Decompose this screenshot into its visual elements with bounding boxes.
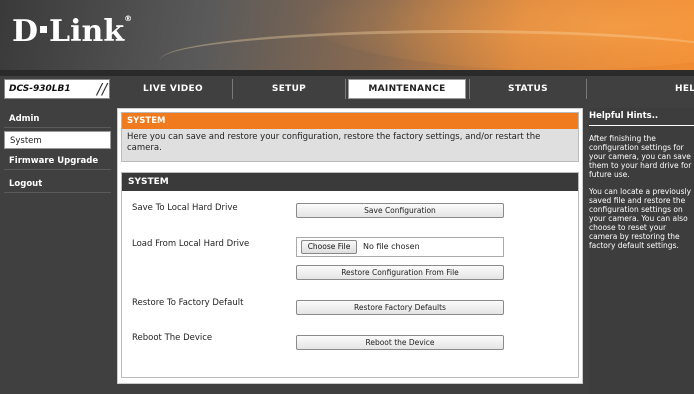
tab-live-video[interactable]: LIVE VIDEO <box>114 79 232 99</box>
helpful-hints: Helpful Hints.. After finishing the conf… <box>583 102 694 394</box>
sidebar-item-system[interactable]: System <box>4 131 111 149</box>
hint-paragraph-1: After finishing the configuration settin… <box>589 134 694 179</box>
model-name: DCS-930LB1 <box>9 84 71 94</box>
hints-title: Helpful Hints.. <box>589 108 694 126</box>
file-status: No file chosen <box>363 242 420 251</box>
sidebar: Admin System Firmware Upgrade Logout <box>0 102 113 394</box>
tab-divider <box>345 79 346 99</box>
save-label: Save To Local Hard Drive <box>132 203 238 213</box>
intro-box: SYSTEM Here you can save and restore you… <box>121 112 579 162</box>
tab-maintenance[interactable]: MAINTENANCE <box>348 79 466 99</box>
sidebar-item-firmware-upgrade[interactable]: Firmware Upgrade <box>4 152 111 170</box>
hint-line: configuration settings on <box>589 205 683 214</box>
hint-line: configuration settings for <box>589 143 684 152</box>
model-slashes-icon: // <box>96 80 107 98</box>
logo-registered: ® <box>124 14 133 23</box>
hint-paragraph-2: You can locate a previously saved file a… <box>589 187 694 250</box>
tab-setup[interactable]: SETUP <box>233 79 345 99</box>
hint-line: factory default settings. <box>589 241 679 250</box>
logo-dot <box>40 25 48 33</box>
hint-line: camera by restoring the <box>589 232 680 241</box>
hint-line: saved file and restore the <box>589 196 686 205</box>
header-swoosh-line <box>160 30 694 70</box>
tab-help[interactable]: HELP <box>587 79 694 99</box>
choose-file-button[interactable]: Choose File <box>301 240 357 254</box>
main-content: SYSTEM Here you can save and restore you… <box>113 102 583 394</box>
intro-text: Here you can save and restore your confi… <box>127 132 541 153</box>
hint-line: You can locate a previously <box>589 187 692 196</box>
system-panel: SYSTEM Save To Local Hard Drive Save Con… <box>121 172 579 378</box>
intro-title: SYSTEM <box>122 113 578 129</box>
hint-line: future use. <box>589 170 630 179</box>
reboot-device-button[interactable]: Reboot the Device <box>296 335 504 350</box>
logo-left: D <box>12 14 39 49</box>
system-panel-title: SYSTEM <box>122 173 578 191</box>
reboot-label: Reboot The Device <box>132 333 213 343</box>
hint-line: your camera, you can save <box>589 152 691 161</box>
sidebar-item-logout[interactable]: Logout <box>4 175 111 193</box>
hint-line: After finishing the <box>589 134 656 143</box>
restore-from-file-button[interactable]: Restore Configuration From File <box>296 265 504 280</box>
model-badge: DCS-930LB1 // <box>4 79 110 99</box>
load-label: Load From Local Hard Drive <box>132 239 250 249</box>
hints-panel: Helpful Hints.. After finishing the conf… <box>589 108 694 394</box>
factory-label: Restore To Factory Default <box>132 298 244 308</box>
top-nav: DCS-930LB1 // LIVE VIDEO SETUP MAINTENAN… <box>0 76 694 102</box>
hint-line: your camera. You can also <box>589 214 688 223</box>
logo-right: Link <box>49 14 125 49</box>
file-input[interactable]: Choose File No file chosen <box>296 237 504 257</box>
hint-line: choose to reset your <box>589 223 667 232</box>
header-banner: D Link® <box>0 0 694 70</box>
sidebar-item-admin[interactable]: Admin <box>4 110 111 128</box>
restore-factory-defaults-button[interactable]: Restore Factory Defaults <box>296 300 504 315</box>
tab-status[interactable]: STATUS <box>470 79 586 99</box>
save-configuration-button[interactable]: Save Configuration <box>296 203 504 218</box>
hint-line: them to your hard drive for <box>589 161 692 170</box>
dlink-logo: D Link® <box>12 14 132 49</box>
